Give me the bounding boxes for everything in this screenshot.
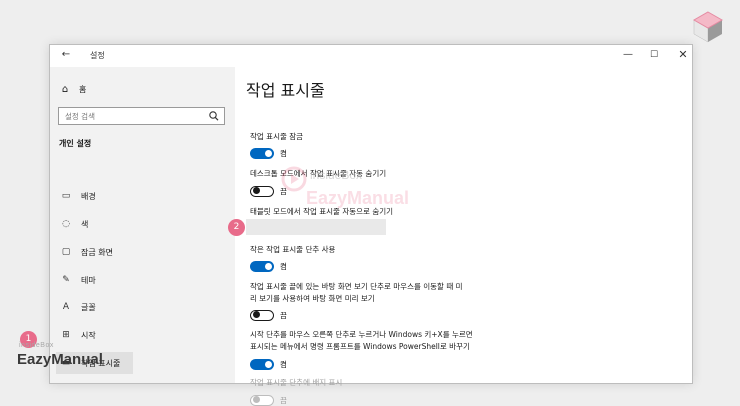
- toggle-badges: [250, 394, 274, 406]
- sidebar-item-start[interactable]: ⊞ 시작: [56, 324, 235, 346]
- close-button[interactable]: ✕: [675, 48, 691, 62]
- sidebar-item-label: 잠금 화면: [81, 247, 113, 257]
- sidebar-item-label: 색: [81, 219, 89, 229]
- setting-label-lock-taskbar: 작업 표시줄 잠금: [250, 132, 304, 141]
- monitor-icon: ▢: [61, 247, 71, 257]
- toggle-state-text: 켬: [280, 359, 287, 369]
- setting-label-small-buttons: 작은 작업 표시줄 단추 사용: [250, 245, 336, 254]
- toggle-row-powershell: 켬: [250, 358, 287, 370]
- toggle-state-text: 끔: [280, 395, 287, 405]
- sidebar-item-label: 홈: [79, 84, 87, 94]
- brush-icon: ✎: [62, 275, 70, 285]
- watermark-corner-small: insideBox: [19, 342, 54, 349]
- toggle-state-text: 켬: [280, 261, 287, 271]
- sidebar: ⌂ 홈 설정 검색 개인 설정 ▭ 배경 ◌ 색 ▢ 잠금 화면 ✎ 테마 A …: [50, 67, 235, 383]
- maximize-button[interactable]: ☐: [646, 48, 662, 62]
- start-icon: ⊞: [62, 330, 70, 340]
- sidebar-item-background[interactable]: ▭ 배경: [56, 185, 235, 207]
- setting-label-peek-line-1: 작업 표시줄 끝에 있는 바탕 화면 보기 단추로 마우스를 이동할 때 미: [250, 282, 463, 291]
- setting-label-powershell-line-1: 시작 단추를 마우스 오른쪽 단추로 누르거나 Windows 키+X를 누르면: [250, 330, 473, 339]
- sidebar-item-color[interactable]: ◌ 색: [56, 213, 235, 235]
- toggle-peek[interactable]: [250, 309, 274, 321]
- sidebar-item-home[interactable]: ⌂ 홈: [59, 82, 87, 96]
- sidebar-item-label: 배경: [81, 191, 96, 201]
- toggle-autohide-desktop[interactable]: [250, 185, 274, 197]
- watermark-center-small: insideBox: [310, 168, 363, 182]
- toggle-row-peek: 끔: [250, 309, 287, 321]
- palette-icon: ◌: [62, 219, 70, 229]
- sidebar-item-label: 테마: [81, 275, 96, 285]
- window-title: 설정: [90, 51, 105, 60]
- toggle-row-small-buttons: 켬: [250, 260, 287, 272]
- toggle-state-text: 끔: [280, 310, 287, 320]
- sidebar-item-label: 글꼴: [81, 302, 96, 312]
- annotation-badge-2: 2: [228, 219, 245, 236]
- sidebar-item-label: 시작: [81, 330, 96, 340]
- sidebar-item-fonts[interactable]: A 글꼴: [56, 296, 235, 318]
- font-icon: A: [62, 302, 70, 312]
- watermark-corner-big: EazyManual: [17, 351, 103, 368]
- toggle-small-buttons[interactable]: [250, 260, 274, 272]
- logo-cube-icon: [693, 11, 723, 43]
- toggle-powershell[interactable]: [250, 358, 274, 370]
- search-icon[interactable]: [208, 109, 220, 123]
- search-box[interactable]: 설정 검색: [58, 107, 225, 125]
- minimize-button[interactable]: —: [620, 48, 636, 62]
- sidebar-item-lock-screen[interactable]: ▢ 잠금 화면: [56, 241, 235, 263]
- toggle-lock-taskbar[interactable]: [250, 147, 274, 159]
- toggle-row-badges: 끔: [250, 394, 287, 406]
- highlight-box: [246, 219, 386, 235]
- watermark-logo-icon: [281, 166, 307, 192]
- setting-label-peek-line-2: 리 보기를 사용하여 바탕 화면 미리 보기: [250, 294, 375, 303]
- setting-label-powershell-line-2: 표시되는 메뉴에서 명령 프롬프트를 Windows PowerShell로 바…: [250, 342, 470, 351]
- section-title: 개인 설정: [59, 139, 92, 148]
- toggle-row-lock-taskbar: 켬: [250, 147, 287, 159]
- image-icon: ▭: [61, 191, 71, 201]
- home-icon: ⌂: [61, 83, 69, 95]
- title-bar: ← 설정 — ☐ ✕: [50, 45, 692, 67]
- search-placeholder: 설정 검색: [65, 112, 95, 121]
- settings-window: ← 설정 — ☐ ✕ ⌂ 홈 설정 검색 개인 설정 ▭ 배경 ◌ 색 ▢ 잠금: [49, 44, 693, 406]
- page-title: 작업 표시줄: [246, 81, 325, 100]
- sidebar-item-theme[interactable]: ✎ 테마: [56, 269, 235, 291]
- back-arrow-icon[interactable]: ←: [59, 48, 73, 62]
- watermark-center-big: EazyManual: [306, 188, 410, 208]
- toggle-state-text: 켬: [280, 148, 287, 158]
